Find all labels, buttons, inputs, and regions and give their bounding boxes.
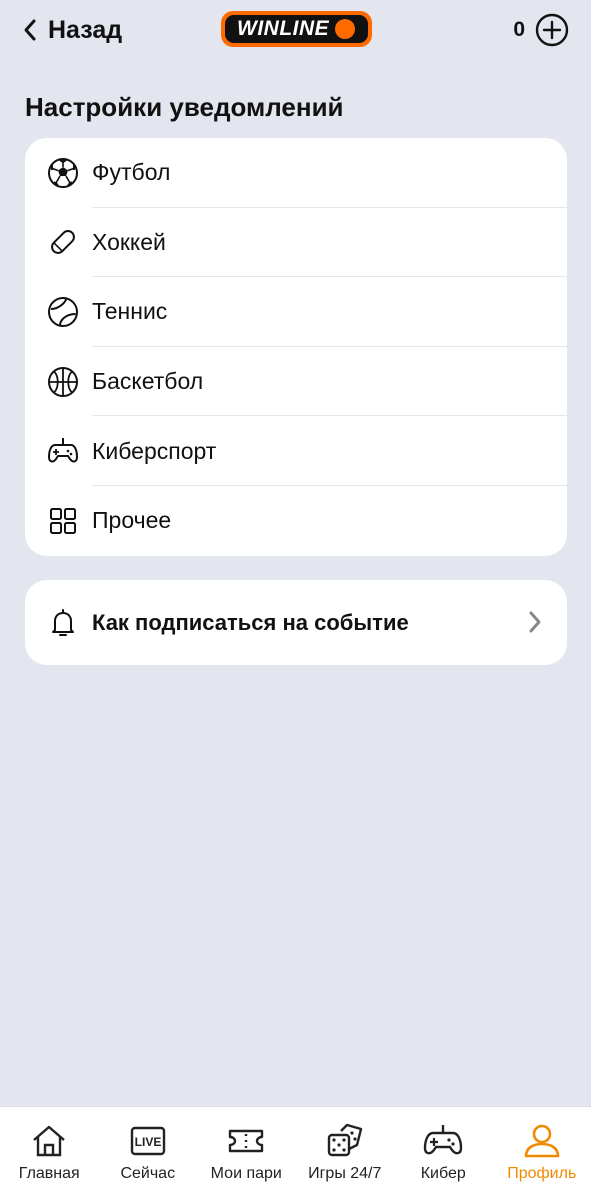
- tab-my-bets[interactable]: Мои пари: [197, 1107, 296, 1190]
- tab-label: Профиль: [507, 1165, 577, 1182]
- profile-icon: [524, 1124, 560, 1158]
- sport-item-basketball[interactable]: Баскетбол: [25, 347, 567, 417]
- chevron-left-icon: [24, 19, 36, 41]
- sport-label: Баскетбол: [92, 368, 204, 395]
- basketball-icon: [47, 366, 79, 398]
- tab-label: Мои пари: [210, 1165, 282, 1182]
- sport-label: Хоккей: [92, 228, 166, 255]
- subscribe-label: Как подписаться на событие: [92, 609, 409, 635]
- tab-label: Игры 24/7: [308, 1165, 382, 1182]
- add-funds-icon[interactable]: [535, 13, 569, 47]
- sport-label: Киберспорт: [92, 437, 217, 464]
- tab-profile[interactable]: Профиль: [493, 1107, 591, 1190]
- home-icon: [33, 1125, 66, 1157]
- tab-cyber[interactable]: Кибер: [394, 1107, 493, 1190]
- hockey-puck-icon: [47, 226, 79, 258]
- tab-label: Главная: [18, 1165, 80, 1182]
- dice-icon: [327, 1123, 362, 1157]
- sports-list: Футбол Хоккей Теннис Баскетбол Киберспор…: [25, 138, 567, 556]
- grid-icon: [47, 505, 79, 537]
- sport-item-other[interactable]: Прочее: [25, 486, 567, 556]
- bell-icon: [47, 607, 79, 639]
- gamepad-icon: [424, 1125, 463, 1155]
- sport-item-tennis[interactable]: Теннис: [25, 277, 567, 347]
- soccer-ball-icon: [47, 157, 79, 189]
- logo-text: WINLINE: [237, 17, 330, 40]
- gamepad-icon: [47, 435, 79, 467]
- balance-value: 0: [513, 18, 525, 41]
- tab-home[interactable]: Главная: [0, 1107, 99, 1190]
- tab-label: Сейчас: [120, 1165, 176, 1182]
- tab-live[interactable]: LIVE Сейчас: [99, 1107, 198, 1190]
- sport-item-football[interactable]: Футбол: [25, 138, 567, 208]
- tab-label: Кибер: [420, 1165, 466, 1182]
- sport-item-hockey[interactable]: Хоккей: [25, 208, 567, 278]
- sport-label: Прочее: [92, 507, 172, 534]
- balance: 0: [513, 12, 569, 48]
- back-label: Назад: [48, 15, 123, 44]
- sport-label: Футбол: [92, 159, 171, 186]
- ticket-icon: [229, 1129, 264, 1153]
- winline-logo[interactable]: WINLINE: [221, 11, 372, 47]
- back-button[interactable]: Назад: [22, 12, 122, 48]
- svg-text:LIVE: LIVE: [134, 1135, 161, 1149]
- logo-dot: [335, 19, 356, 39]
- top-bar: Назад WINLINE 0: [0, 0, 591, 62]
- bottom-tab-bar: Главная LIVE Сейчас Мои пари Игры 24/7 К…: [0, 1106, 591, 1190]
- sport-item-esports[interactable]: Киберспорт: [25, 416, 567, 486]
- chevron-right-icon: [529, 611, 541, 633]
- tennis-ball-icon: [47, 296, 79, 328]
- tab-games[interactable]: Игры 24/7: [296, 1107, 395, 1190]
- live-icon: LIVE: [130, 1126, 165, 1156]
- sport-label: Теннис: [92, 298, 168, 325]
- page-title: Настройки уведомлений: [25, 92, 344, 122]
- how-to-subscribe-button[interactable]: Как подписаться на событие: [25, 580, 567, 665]
